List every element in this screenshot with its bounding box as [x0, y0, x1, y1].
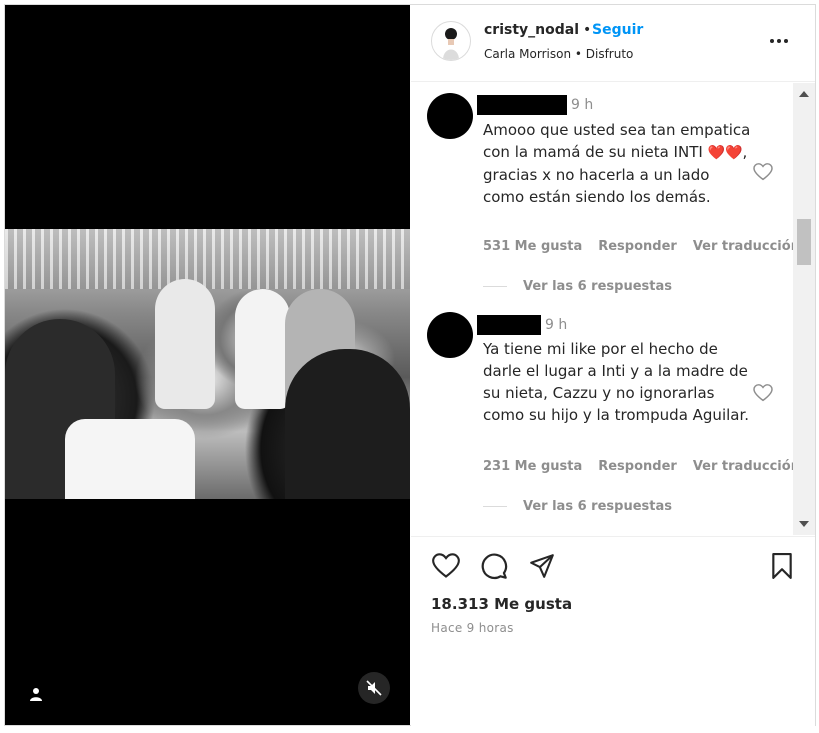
user-tag-icon[interactable]: [23, 681, 49, 707]
scroll-thumb[interactable]: [797, 219, 811, 265]
comment-meta: 231 Me gusta Responder Ver traducción: [483, 459, 793, 474]
heart-emoji: ❤️❤️: [707, 145, 743, 161]
follow-button[interactable]: Seguir: [592, 22, 643, 38]
comments-list: 9 h Amooo que usted sea tan empatica con…: [411, 83, 793, 535]
post-photo: [5, 229, 410, 499]
comments-scrollbar[interactable]: [793, 83, 815, 535]
save-icon[interactable]: [767, 551, 797, 581]
translate-button[interactable]: Ver traducción: [693, 459, 793, 474]
comment-avatar[interactable]: [427, 93, 473, 139]
post-timestamp: Hace 9 horas: [431, 621, 514, 635]
comment-time: 9 h: [545, 317, 568, 333]
audio-label[interactable]: Carla Morrison • Disfruto: [484, 47, 633, 61]
like-comment-icon[interactable]: [753, 163, 773, 185]
reply-button[interactable]: Responder: [598, 239, 677, 254]
separator-dot: •: [583, 22, 592, 38]
scroll-down-arrow-icon[interactable]: [799, 521, 809, 527]
view-replies[interactable]: Ver las 6 respuestas: [483, 499, 672, 514]
post-username[interactable]: cristy_nodal: [484, 22, 579, 38]
scroll-up-arrow-icon[interactable]: [799, 91, 809, 97]
translate-button[interactable]: Ver traducción: [693, 239, 793, 254]
comment-meta: 531 Me gusta Responder Ver traducción: [483, 239, 793, 254]
view-replies[interactable]: Ver las 6 respuestas: [483, 279, 672, 294]
comment-avatar[interactable]: [427, 312, 473, 358]
comment-likes[interactable]: 231 Me gusta: [483, 459, 582, 474]
like-comment-icon[interactable]: [753, 384, 773, 406]
share-icon[interactable]: [527, 551, 557, 581]
comment-text: Amooo que usted sea tan empatica con la …: [483, 121, 751, 206]
post-sidebar: cristy_nodal • Seguir Carla Morrison • D…: [411, 5, 815, 727]
comment-icon[interactable]: [479, 551, 509, 581]
like-icon[interactable]: [431, 551, 461, 581]
more-options-icon[interactable]: [767, 31, 791, 51]
redacted-username: [477, 315, 541, 335]
mute-icon[interactable]: [358, 672, 390, 704]
reply-button[interactable]: Responder: [598, 459, 677, 474]
comment-likes[interactable]: 531 Me gusta: [483, 239, 582, 254]
redacted-username: [477, 95, 567, 115]
comment-text: Ya tiene mi like por el hecho de darle e…: [483, 340, 750, 424]
comment-time: 9 h: [571, 97, 594, 113]
post-likes-count[interactable]: 18.313 Me gusta: [431, 595, 572, 613]
post-header: cristy_nodal • Seguir Carla Morrison • D…: [411, 5, 815, 82]
post-media[interactable]: [5, 5, 410, 725]
post-frame: cristy_nodal • Seguir Carla Morrison • D…: [4, 4, 816, 727]
post-actions: 18.313 Me gusta Hace 9 horas: [411, 536, 815, 727]
avatar[interactable]: [431, 21, 471, 61]
